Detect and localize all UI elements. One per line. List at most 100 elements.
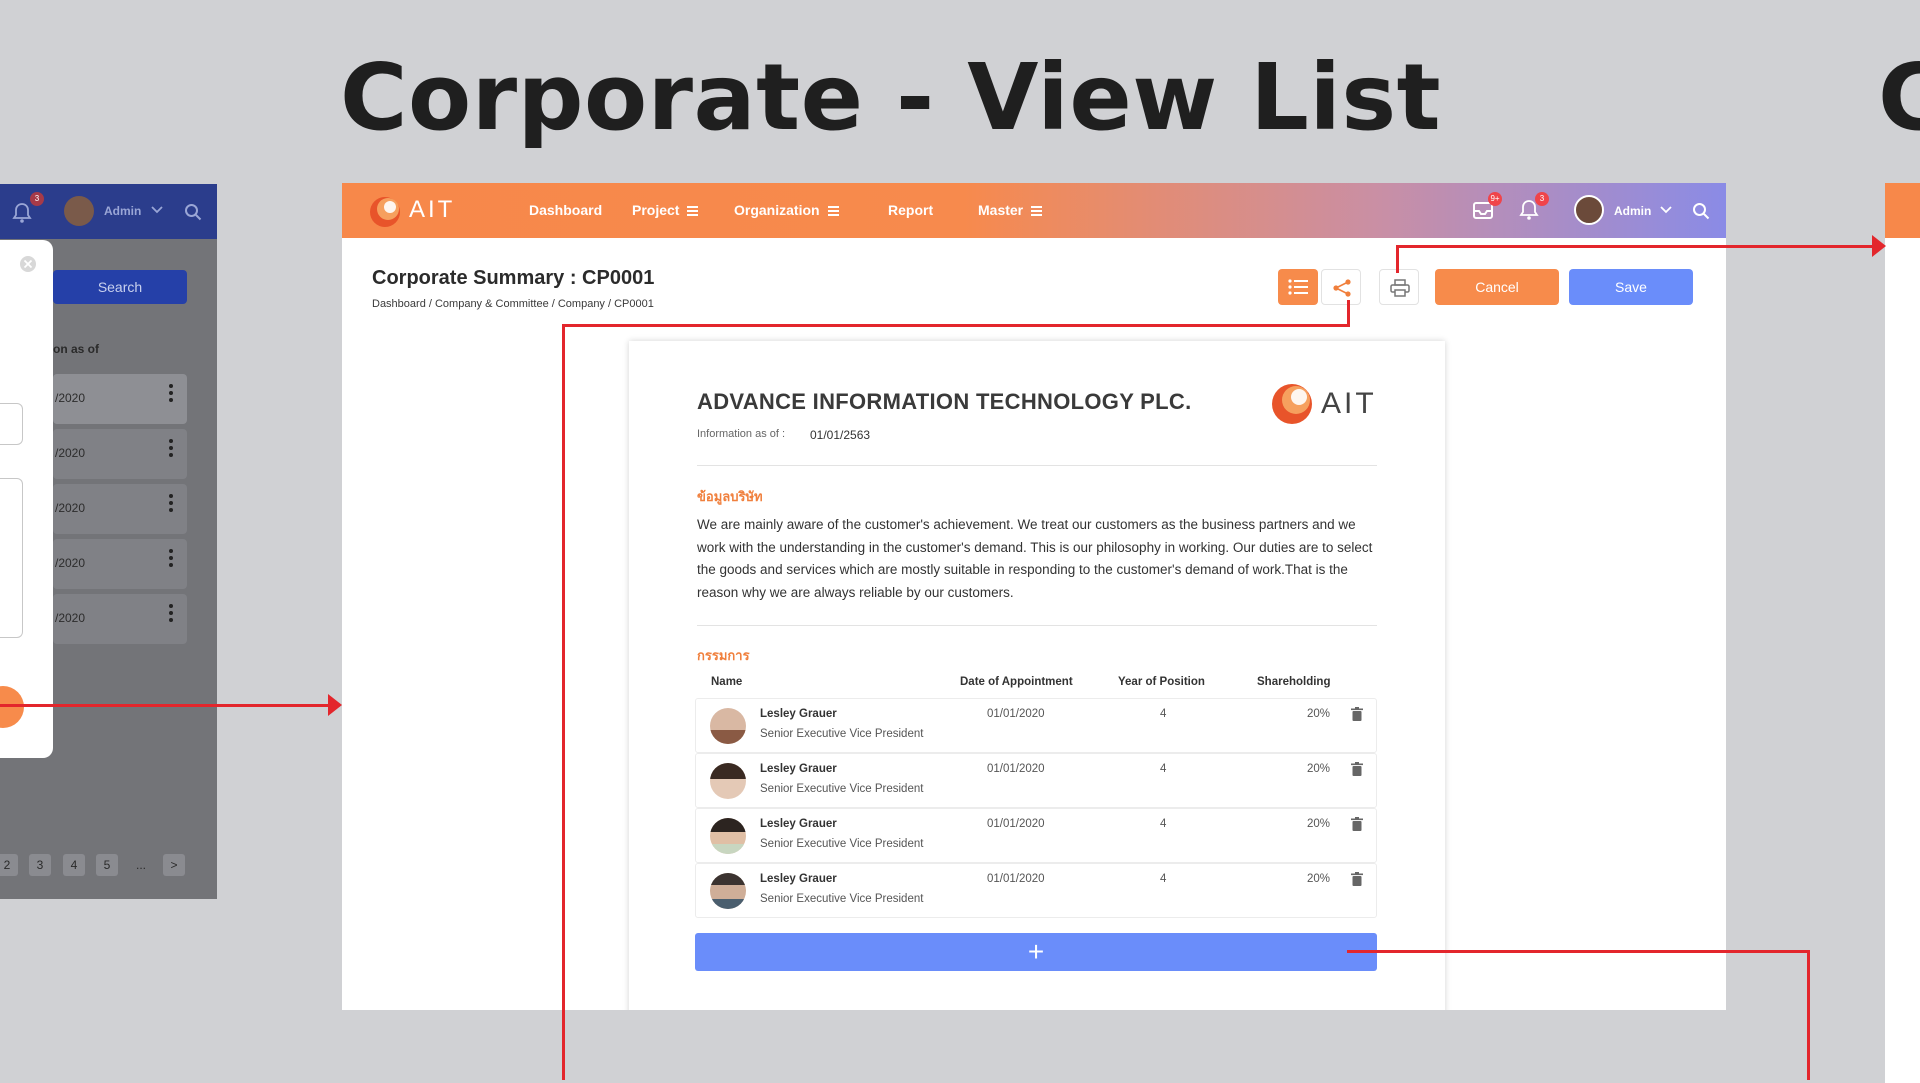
more-vertical-icon[interactable] bbox=[169, 384, 173, 405]
next-screen bbox=[1885, 183, 1920, 1083]
shareholding: 20% bbox=[1307, 708, 1331, 720]
table-row[interactable]: Lesley Grauer Senior Executive Vice Pres… bbox=[695, 863, 1377, 918]
pagination-page[interactable]: 4 bbox=[63, 854, 85, 876]
info-date-label: Information as of : bbox=[697, 428, 786, 440]
avatar bbox=[710, 708, 746, 744]
next-screen-topbar bbox=[1885, 183, 1920, 238]
user-label[interactable]: Admin bbox=[104, 204, 141, 218]
previous-screen: 3 Admin Search on as of /2020 /2020 /202… bbox=[0, 184, 217, 899]
search-icon[interactable] bbox=[184, 203, 202, 221]
list-item-date: /2020 bbox=[55, 501, 86, 515]
nav-project[interactable]: Project bbox=[632, 202, 699, 218]
logo-text[interactable]: AIT bbox=[409, 196, 455, 224]
director-position: Senior Executive Vice President bbox=[760, 893, 924, 905]
avatar[interactable] bbox=[1574, 195, 1604, 225]
column-header-shareholding: Shareholding bbox=[1257, 676, 1331, 688]
topbar: AIT Dashboard Project Organization Repor… bbox=[342, 183, 1726, 238]
director-name: Lesley Grauer bbox=[760, 873, 837, 885]
trash-icon[interactable] bbox=[1351, 817, 1363, 831]
table-row[interactable]: Lesley Grauer Senior Executive Vice Pres… bbox=[695, 698, 1377, 753]
year-of-position: 4 bbox=[1160, 873, 1167, 885]
notification-badge: 3 bbox=[1535, 192, 1549, 206]
canvas-title: Corporate - View List bbox=[340, 44, 1442, 151]
confirm-button[interactable] bbox=[0, 686, 24, 728]
info-date-value: 01/01/2563 bbox=[810, 428, 871, 442]
list-item[interactable]: /2020 bbox=[53, 374, 187, 424]
company-name: ADVANCE INFORMATION TECHNOLOGY PLC. bbox=[697, 389, 1192, 414]
director-name: Lesley Grauer bbox=[760, 708, 837, 720]
shareholding: 20% bbox=[1307, 763, 1331, 775]
share-icon bbox=[1333, 279, 1351, 297]
annotation-arrow-line bbox=[1347, 950, 1810, 953]
nav-dashboard[interactable]: Dashboard bbox=[529, 202, 602, 218]
director-name: Lesley Grauer bbox=[760, 818, 837, 830]
column-header-date: Date of Appointment bbox=[960, 676, 1073, 688]
avatar[interactable] bbox=[64, 196, 94, 226]
list-view-button[interactable] bbox=[1278, 269, 1318, 305]
company-description: We are mainly aware of the customer's ac… bbox=[697, 517, 1373, 600]
add-director-button[interactable]: + bbox=[695, 933, 1377, 971]
ait-logo-mark[interactable] bbox=[368, 195, 404, 229]
pagination-next[interactable]: > bbox=[163, 854, 185, 876]
previous-screen-topbar: 3 Admin bbox=[0, 184, 217, 239]
pagination-page[interactable]: 3 bbox=[29, 854, 51, 876]
menu-icon bbox=[827, 204, 839, 218]
inbox-badge: 9+ bbox=[1488, 192, 1502, 206]
corporate-document: ADVANCE INFORMATION TECHNOLOGY PLC. AIT … bbox=[629, 341, 1445, 1010]
nav-label: Master bbox=[978, 202, 1024, 218]
chevron-down-icon[interactable] bbox=[1660, 206, 1672, 214]
table-row[interactable]: Lesley Grauer Senior Executive Vice Pres… bbox=[695, 753, 1377, 808]
table-row[interactable]: Lesley Grauer Senior Executive Vice Pres… bbox=[695, 808, 1377, 863]
list-item[interactable]: /2020 bbox=[53, 539, 187, 589]
print-button[interactable] bbox=[1379, 269, 1419, 305]
share-button[interactable] bbox=[1321, 269, 1361, 305]
user-label[interactable]: Admin bbox=[1614, 204, 1651, 218]
close-icon[interactable] bbox=[18, 254, 38, 274]
list-item-date: /2020 bbox=[55, 391, 86, 405]
breadcrumb[interactable]: Dashboard / Company & Committee / Compan… bbox=[372, 298, 654, 310]
list-item-date: /2020 bbox=[55, 446, 86, 460]
trash-icon[interactable] bbox=[1351, 872, 1363, 886]
annotation-arrow-line bbox=[1396, 245, 1399, 273]
more-vertical-icon[interactable] bbox=[169, 604, 173, 625]
avatar bbox=[710, 763, 746, 799]
pagination-page[interactable]: 5 bbox=[96, 854, 118, 876]
section-title-directors: กรรมการ bbox=[697, 648, 750, 663]
search-icon[interactable] bbox=[1692, 202, 1710, 220]
list-item[interactable]: /2020 bbox=[53, 594, 187, 644]
cancel-button[interactable]: Cancel bbox=[1435, 269, 1559, 305]
nav-report[interactable]: Report bbox=[888, 202, 933, 218]
bell-icon[interactable] bbox=[12, 202, 32, 224]
filter-textarea[interactable] bbox=[0, 478, 23, 638]
divider bbox=[697, 465, 1377, 466]
nav-master[interactable]: Master bbox=[978, 202, 1043, 218]
pagination-page[interactable]: 2 bbox=[0, 854, 18, 876]
trash-icon[interactable] bbox=[1351, 762, 1363, 776]
more-vertical-icon[interactable] bbox=[169, 549, 173, 570]
divider bbox=[697, 625, 1377, 626]
more-vertical-icon[interactable] bbox=[169, 494, 173, 515]
director-position: Senior Executive Vice President bbox=[760, 783, 924, 795]
nav-organization[interactable]: Organization bbox=[734, 202, 839, 218]
chevron-down-icon[interactable] bbox=[151, 206, 163, 214]
list-item[interactable]: /2020 bbox=[53, 484, 187, 534]
print-icon bbox=[1390, 279, 1410, 297]
avatar bbox=[710, 818, 746, 854]
annotation-arrow-line bbox=[562, 324, 565, 1080]
notification-badge: 3 bbox=[30, 192, 44, 206]
trash-icon[interactable] bbox=[1351, 707, 1363, 721]
year-of-position: 4 bbox=[1160, 763, 1167, 775]
ait-logo-mark bbox=[1272, 384, 1312, 424]
appointment-date: 01/01/2020 bbox=[987, 873, 1045, 885]
search-button[interactable]: Search bbox=[53, 270, 187, 304]
list-item[interactable]: /2020 bbox=[53, 429, 187, 479]
appointment-date: 01/01/2020 bbox=[987, 763, 1045, 775]
save-button[interactable]: Save bbox=[1569, 269, 1693, 305]
annotation-arrow-line bbox=[1807, 950, 1810, 1080]
nav-label: Report bbox=[888, 202, 934, 218]
more-vertical-icon[interactable] bbox=[169, 439, 173, 460]
menu-icon bbox=[687, 204, 699, 218]
filter-field[interactable] bbox=[0, 403, 23, 445]
filter-modal bbox=[0, 240, 53, 758]
page-title: Corporate Summary : CP0001 bbox=[372, 267, 655, 289]
